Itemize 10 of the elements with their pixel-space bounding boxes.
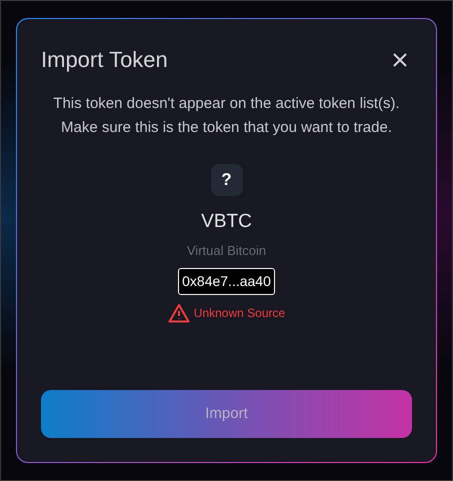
- import-button[interactable]: Import: [41, 390, 412, 438]
- token-name: Virtual Bitcoin: [186, 242, 266, 260]
- dialog-title: Import Token: [41, 46, 168, 74]
- warning-icon: [168, 303, 190, 323]
- close-icon: [392, 52, 408, 68]
- token-symbol: VBTC: [201, 210, 252, 234]
- warning-message: This token doesn't appear on the active token list(s). Make sure this is the token that you want to trade.: [52, 94, 401, 138]
- token-address: 0x84e7...aa40: [178, 268, 275, 295]
- unknown-source-label: Unknown Source: [194, 305, 286, 322]
- token-icon: ?: [210, 164, 242, 196]
